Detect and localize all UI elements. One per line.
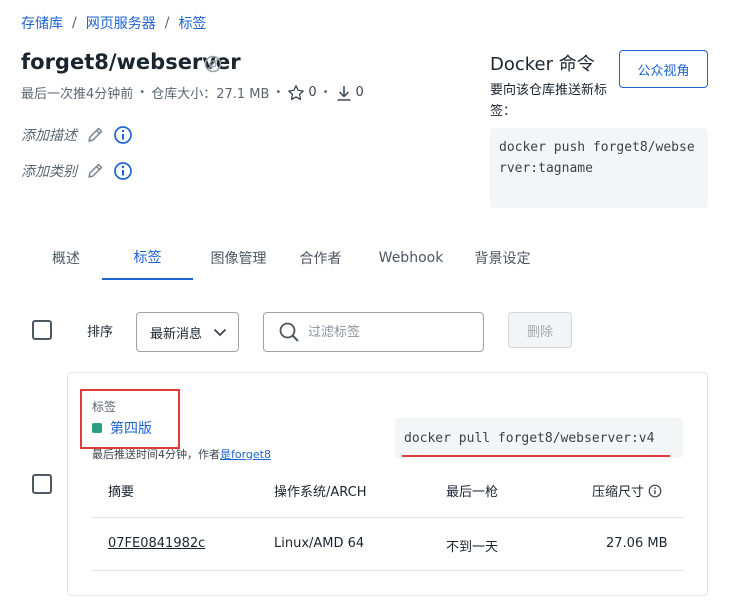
pushed-by-link[interactable]: 是forget8	[220, 448, 271, 461]
star-count-value: 0	[308, 85, 317, 100]
breadcrumb-item-webserver[interactable]: 网页服务器	[86, 13, 156, 33]
last-pushed-info: 最后推送时间4分钟，作者是forget8	[92, 446, 271, 462]
docker-commands-description: 要向该仓库推送新标签：	[490, 83, 608, 119]
sort-select[interactable]: 最新消息	[136, 312, 239, 352]
filter-tags-field[interactable]	[263, 312, 484, 352]
column-header-compressed-size: 压缩尺寸	[592, 481, 662, 500]
column-header-digest: 摘要	[108, 485, 135, 500]
select-all-checkbox[interactable]	[32, 320, 52, 340]
visibility-icon	[204, 55, 222, 73]
tab-overview[interactable]: 概述	[30, 236, 102, 280]
public-view-button[interactable]: 公众视角	[619, 50, 708, 88]
breadcrumb-separator: /	[72, 15, 77, 31]
download-count-value: 0	[355, 85, 364, 100]
sort-label: 排序	[87, 325, 114, 340]
tag-row-checkbox[interactable]	[32, 474, 52, 494]
edit-description-icon[interactable]	[85, 125, 105, 145]
tag-name-link[interactable]: 第四版	[110, 418, 152, 438]
star-count[interactable]: 0	[287, 84, 317, 102]
info-icon[interactable]	[648, 484, 662, 498]
tag-name-row: 第四版	[92, 418, 152, 438]
search-icon	[278, 321, 300, 343]
table-divider	[91, 517, 683, 518]
breadcrumb-item-repositories[interactable]: 存储库	[21, 13, 63, 33]
column-header-compressed-size-label: 压缩尺寸	[592, 485, 645, 500]
tab-collaborators[interactable]: 合作者	[284, 236, 357, 280]
filter-tags-input[interactable]	[308, 324, 468, 340]
breadcrumb: 存储库 / 网页服务器 / 标签	[21, 13, 206, 33]
docker-push-command[interactable]: docker push forget8/webserver:tagname	[490, 128, 708, 208]
add-category-label: 添加类别	[21, 164, 77, 180]
table-divider	[91, 570, 683, 571]
tab-bar: 概述 标签 图像管理 合作者 Webhook 背景设定	[30, 236, 540, 280]
tab-settings[interactable]: 背景设定	[465, 236, 540, 280]
add-description-row: 添加描述	[21, 125, 133, 145]
info-icon[interactable]	[113, 161, 133, 181]
tag-status-indicator	[92, 423, 102, 433]
tag-label: 标签	[92, 400, 117, 414]
last-pull-value: 不到一天	[446, 540, 499, 555]
separator-dot: •	[275, 87, 282, 98]
download-icon	[335, 84, 353, 102]
digest-link[interactable]: 07FE0841982c	[108, 536, 205, 551]
repo-size-text: 仓库大小：27.1 MB	[151, 87, 270, 102]
add-description-label: 添加描述	[21, 128, 77, 144]
separator-dot: •	[139, 87, 146, 98]
os-arch-value: Linux/AMD 64	[274, 536, 365, 551]
tab-tags[interactable]: 标签	[102, 236, 193, 280]
column-header-last-pull: 最后一枪	[446, 485, 499, 500]
last-pushed-text: 最后一次推4分钟前	[21, 87, 134, 102]
docker-commands-title: Docker 命令	[490, 54, 595, 75]
sort-select-value: 最新消息	[150, 326, 203, 342]
tab-webhook[interactable]: Webhook	[357, 236, 465, 280]
docker-pull-command[interactable]: docker pull forget8/webserver:v4	[395, 418, 683, 458]
compressed-size-value: 27.06 MB	[606, 536, 668, 551]
edit-category-icon[interactable]	[85, 161, 105, 181]
info-icon[interactable]	[113, 125, 133, 145]
delete-button[interactable]: 删除	[508, 312, 572, 348]
pull-command-underline	[402, 455, 670, 457]
column-header-os-arch: 操作系统/ARCH	[274, 485, 367, 500]
tab-image-management[interactable]: 图像管理	[193, 236, 284, 280]
breadcrumb-item-tags[interactable]: 标签	[178, 13, 206, 33]
repo-meta: 最后一次推4分钟前 • 仓库大小：27.1 MB • 0 • 0	[21, 83, 364, 102]
add-category-row: 添加类别	[21, 161, 133, 181]
star-icon	[287, 84, 305, 102]
chevron-down-icon	[212, 324, 228, 340]
last-pushed-text: 最后推送时间4分钟，作者	[92, 448, 220, 461]
breadcrumb-separator: /	[164, 15, 170, 31]
separator-dot: •	[322, 87, 329, 98]
download-count: 0	[335, 84, 364, 102]
